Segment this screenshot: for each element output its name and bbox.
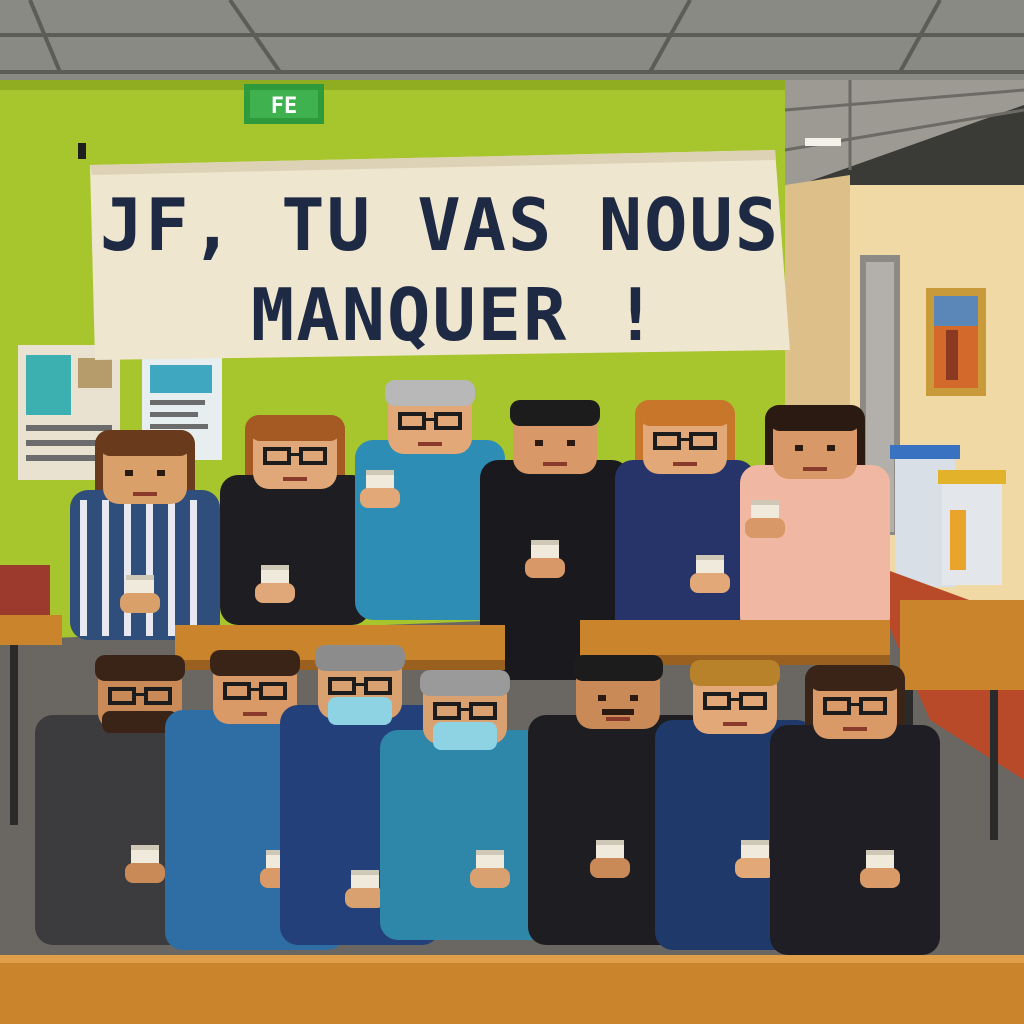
front-table xyxy=(0,955,1024,1024)
green-wall-shade xyxy=(0,80,785,90)
banner-line-2: MANQUER ! xyxy=(251,273,659,357)
scene: FE JF, TU VAS NOUS MANQUER ! xyxy=(0,0,1024,1024)
illustration: FE JF, TU VAS NOUS MANQUER ! xyxy=(0,0,1024,1024)
exit-sign-label: FE xyxy=(271,94,298,119)
farewell-banner: JF, TU VAS NOUS MANQUER ! xyxy=(78,143,790,360)
ceiling xyxy=(0,0,1024,80)
ceiling-light xyxy=(805,138,841,146)
hallway-ceiling xyxy=(785,80,1024,190)
banner-line-1: JF, TU VAS NOUS xyxy=(100,183,780,267)
